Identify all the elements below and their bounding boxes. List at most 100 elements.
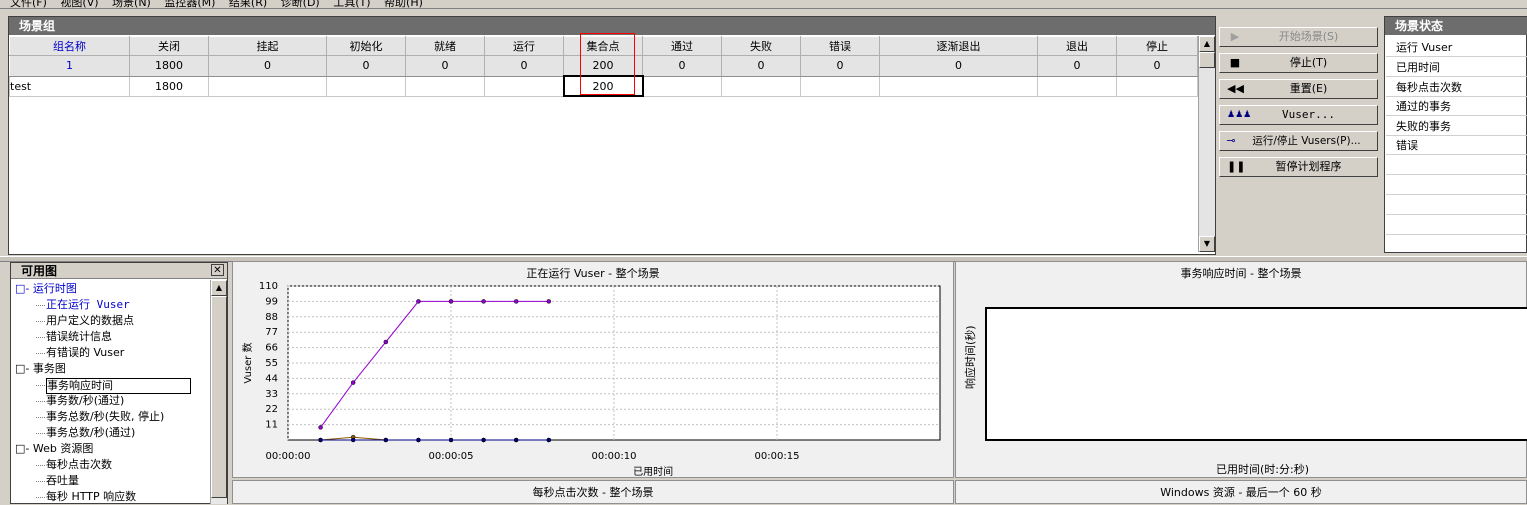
tree-item[interactable]: 用户定义的数据点	[46, 313, 134, 329]
tree-scrollbar[interactable]: ▲	[210, 280, 227, 504]
cell-stopped[interactable]	[1116, 75, 1198, 97]
stop-icon: ■	[1229, 56, 1241, 69]
transaction-response-graph-panel[interactable]: 事务响应时间 - 整个场景 响应时间(秒) 已用时间(时:分:秒)	[955, 261, 1527, 478]
tree-item[interactable]: 错误统计信息	[46, 329, 112, 345]
menu-tools[interactable]: 工具(T)	[333, 0, 370, 8]
tree-connector	[36, 385, 45, 386]
tree-connector	[36, 353, 45, 354]
cell-pending[interactable]	[208, 75, 327, 97]
cell-passed[interactable]	[642, 75, 722, 97]
y-tick-label: 33	[265, 389, 278, 400]
tree-category[interactable]: □- 事务图	[15, 361, 66, 377]
pause-schedule-button[interactable]: ❚❚ 暂停计划程序	[1219, 157, 1378, 177]
total-passed: 0	[642, 55, 722, 77]
tree-connector	[36, 497, 45, 498]
data-point	[416, 299, 421, 304]
tree-item[interactable]: 有错误的 Vuser	[46, 345, 124, 361]
col-passed[interactable]: 通过	[642, 36, 722, 56]
total-exit: 0	[1037, 55, 1117, 77]
tree-connector	[36, 321, 45, 322]
status-empty-row	[1386, 216, 1527, 235]
tree-item[interactable]: 每秒 HTTP 响应数	[46, 489, 136, 505]
tree-connector	[36, 465, 45, 466]
cell-down[interactable]: 1800	[129, 75, 209, 97]
col-error[interactable]: 错误	[800, 36, 880, 56]
menu-diagnostics[interactable]: 诊断(D)	[281, 0, 320, 8]
cell-gradual-exit[interactable]	[879, 75, 1038, 97]
start-scenario-button[interactable]: ▶ 开始场景(S)	[1219, 27, 1378, 47]
scroll-thumb[interactable]	[211, 296, 227, 498]
scenario-status-title: 场景状态	[1385, 17, 1527, 35]
col-gradual-exit[interactable]: 逐渐退出	[879, 36, 1038, 56]
tree-item[interactable]: 吞吐量	[46, 473, 79, 489]
col-init[interactable]: 初始化	[326, 36, 406, 56]
status-running-vusers: 运行 Vuser	[1386, 38, 1527, 57]
vuser-button[interactable]: ♟♟♟ Vuser...	[1219, 105, 1378, 125]
data-point	[481, 299, 486, 304]
hits-per-second-graph-panel[interactable]: 每秒点击次数 - 整个场景	[232, 480, 954, 504]
col-down[interactable]: 关闭	[129, 36, 209, 56]
total-run: 0	[484, 55, 564, 77]
menu-file[interactable]: 文件(F)	[10, 0, 47, 8]
stop-button[interactable]: ■ 停止(T)	[1219, 53, 1378, 73]
transaction-response-graph-title: 事务响应时间 - 整个场景	[1180, 267, 1302, 280]
data-point	[513, 299, 519, 304]
tree-item[interactable]: 事务数/秒(通过)	[46, 393, 124, 409]
y-tick-label: 55	[265, 358, 278, 369]
cell-run[interactable]	[484, 75, 564, 97]
tree-category[interactable]: □- 运行时图	[15, 281, 77, 297]
play-icon: ▶	[1230, 30, 1240, 43]
status-passed-transactions[interactable]: 通过的事务	[1386, 97, 1527, 116]
col-stopped[interactable]: 停止	[1116, 36, 1198, 56]
x-tick-label: 00:00:00	[266, 451, 311, 462]
scroll-up-arrow-icon[interactable]: ▲	[1199, 36, 1215, 52]
tree-category[interactable]: □- Web 资源图	[15, 441, 93, 457]
data-point	[481, 437, 486, 443]
tree-item[interactable]: 事务响应时间	[46, 378, 191, 394]
menu-scenario[interactable]: 场景(N)	[112, 0, 151, 8]
cell-error[interactable]	[800, 75, 880, 97]
x-tick-label: 00:00:15	[755, 451, 800, 462]
col-group-name[interactable]: 组名称	[9, 36, 130, 56]
data-point	[546, 299, 552, 304]
status-failed-transactions[interactable]: 失败的事务	[1386, 117, 1527, 136]
scroll-down-arrow-icon[interactable]: ▼	[1199, 236, 1215, 252]
scroll-thumb[interactable]	[1199, 52, 1215, 68]
tree-item[interactable]: 正在运行 Vuser	[46, 297, 130, 313]
cell-ready[interactable]	[405, 75, 485, 97]
tree-item[interactable]: 事务总数/秒(失败, 停止)	[46, 409, 164, 425]
col-pending[interactable]: 挂起	[208, 36, 327, 56]
menu-help[interactable]: 帮助(H)	[384, 0, 423, 8]
cell-group-name[interactable]: test	[9, 75, 130, 97]
col-failed[interactable]: 失败	[721, 36, 801, 56]
total-down: 1800	[129, 55, 209, 77]
total-group-count: 1	[9, 55, 130, 77]
menu-view[interactable]: 视图(V)	[60, 0, 98, 8]
cell-failed[interactable]	[721, 75, 801, 97]
transaction-response-xlabel: 已用时间(时:分:秒)	[1216, 463, 1309, 476]
status-errors[interactable]: 错误	[1386, 136, 1527, 155]
close-icon[interactable]: ✕	[211, 264, 224, 276]
rendezvous-highlight	[580, 33, 635, 95]
menu-results[interactable]: 结果(R)	[229, 0, 267, 8]
status-empty-row	[1386, 156, 1527, 175]
tree-connector	[36, 433, 45, 434]
menu-bar: 文件(F) 视图(V) 场景(N) 监控器(M) 结果(R) 诊断(D) 工具(…	[0, 0, 1527, 9]
col-ready[interactable]: 就绪	[405, 36, 485, 56]
col-exit[interactable]: 退出	[1037, 36, 1117, 56]
windows-resources-graph-panel[interactable]: Windows 资源 - 最后一个 60 秒	[955, 480, 1527, 504]
tree-connector	[36, 305, 45, 306]
col-run[interactable]: 运行	[484, 36, 564, 56]
reset-button[interactable]: ◀◀ 重置(E)	[1219, 79, 1378, 99]
run-stop-icon: ⊸	[1226, 134, 1236, 147]
grid-scrollbar[interactable]: ▲ ▼	[1198, 36, 1215, 252]
scroll-up-arrow-icon[interactable]: ▲	[211, 280, 227, 296]
cell-init[interactable]	[326, 75, 406, 97]
y-tick-label: 66	[265, 343, 278, 354]
cell-exit[interactable]	[1037, 75, 1117, 97]
tree-item[interactable]: 事务总数/秒(通过)	[46, 425, 135, 441]
transaction-response-plot-area	[985, 307, 1527, 441]
tree-item[interactable]: 每秒点击次数	[46, 457, 112, 473]
run-stop-vusers-button[interactable]: ⊸ 运行/停止 Vusers(P)...	[1219, 131, 1378, 151]
menu-monitors[interactable]: 监控器(M)	[164, 0, 215, 8]
